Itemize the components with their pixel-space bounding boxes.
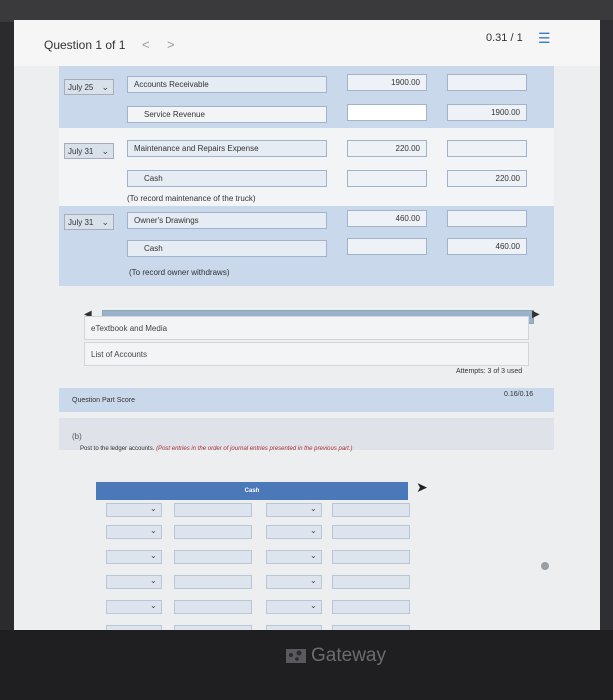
list-icon[interactable]: ☰ [538, 30, 551, 47]
journal-entry-1: July 25 ⌄ Accounts Receivable 1900.00 Ser… [59, 66, 554, 128]
credit-amount-field[interactable]: 1900.00 [447, 104, 527, 121]
part-score-label: Question Part Score [72, 397, 136, 404]
ledger-title: Cash [96, 482, 408, 500]
part-b-label: (b) [72, 432, 82, 441]
mouse-cursor-icon: ➤ [416, 479, 428, 495]
credit-account-field[interactable]: Service Revenue [127, 106, 327, 123]
gateway-spot-icon [286, 649, 306, 663]
chevron-down-icon: ⌄ [310, 504, 317, 513]
chevron-down-icon: ⌄ [310, 576, 317, 585]
entry-note: (To record owner withdraws) [129, 268, 230, 277]
scroll-right-arrow[interactable]: ▶ [532, 309, 540, 320]
ledger-amount-field[interactable] [174, 503, 252, 517]
debit-amount-field[interactable] [347, 104, 427, 121]
date-select[interactable]: July 31 ⌄ [64, 214, 114, 230]
credit-amount-field[interactable] [447, 210, 527, 227]
debit-account-field[interactable]: Owner's Drawings [127, 212, 327, 229]
chevron-down-icon: ⌄ [150, 504, 157, 513]
next-question-button[interactable]: > [167, 37, 175, 52]
chevron-down-icon: ⌄ [150, 601, 157, 610]
attempts-text: Attempts: 3 of 3 used [456, 368, 523, 375]
date-select[interactable]: July 31 ⌄ [64, 143, 114, 159]
credit-amount-field[interactable] [447, 140, 527, 157]
debit-amount-field[interactable]: 220.00 [347, 140, 427, 157]
question-header: Question 1 of 1 < > 0.31 / 1 ☰ [14, 20, 612, 66]
debit-account-field[interactable]: Maintenance and Repairs Expense [127, 140, 327, 157]
credit-account-field[interactable]: Cash [127, 170, 327, 187]
question-title: Question 1 of 1 [44, 38, 126, 52]
gateway-brand: Gateway [311, 645, 386, 666]
ledger-amount-field[interactable] [174, 600, 252, 614]
entry-note: (To record maintenance of the truck) [127, 194, 256, 203]
ledger-row: ⌄ ⌄ [96, 598, 410, 616]
debit-account-field[interactable]: Accounts Receivable [127, 76, 327, 93]
chevron-down-icon: ⌄ [310, 526, 317, 535]
ledger-amount-field[interactable] [332, 525, 410, 539]
credit-amount-field[interactable] [447, 74, 527, 91]
ledger-amount-field[interactable] [174, 550, 252, 564]
part-score-value: 0.16/0.16 [504, 391, 534, 398]
ledger-amount-field[interactable] [332, 550, 410, 564]
etextbook-link[interactable]: eTextbook and Media [84, 316, 529, 340]
monitor-bezel-top [0, 0, 613, 22]
debit-amount-field[interactable] [347, 170, 427, 187]
monitor-bezel-right [600, 20, 613, 632]
ledger-amount-field[interactable] [174, 525, 252, 539]
chevron-down-icon: ⌄ [150, 526, 157, 535]
post-instruction: Post to the ledger accounts. (Post entri… [80, 446, 353, 452]
ledger-row: ⌄ ⌄ [96, 501, 410, 519]
indicator-dot [541, 562, 549, 570]
credit-account-field[interactable]: Cash [127, 240, 327, 257]
list-of-accounts-link[interactable]: List of Accounts [84, 342, 529, 366]
prev-question-button[interactable]: < [142, 37, 150, 52]
gateway-logo: Gateway [285, 645, 386, 667]
app-screen: Question 1 of 1 < > 0.31 / 1 ☰ July 25 ⌄ … [14, 20, 612, 632]
ledger-amount-field[interactable] [174, 575, 252, 589]
journal-entry-2: July 31 ⌄ Maintenance and Repairs Expense… [59, 128, 554, 206]
credit-amount-field[interactable]: 460.00 [447, 238, 527, 255]
question-score: 0.31 / 1 [486, 32, 523, 44]
ledger-row: ⌄ ⌄ [96, 548, 410, 566]
debit-amount-field[interactable]: 1900.00 [347, 74, 427, 91]
ledger-amount-field[interactable] [332, 503, 410, 517]
ledger-amount-field[interactable] [332, 575, 410, 589]
journal-entry-3: July 31 ⌄ Owner's Drawings 460.00 Cash 46… [59, 206, 554, 286]
ledger-amount-field[interactable] [332, 600, 410, 614]
chevron-down-icon: ⌄ [150, 551, 157, 560]
chevron-down-icon: ⌄ [310, 551, 317, 560]
date-select[interactable]: July 25 ⌄ [64, 79, 114, 95]
debit-amount-field[interactable] [347, 238, 427, 255]
debit-amount-field[interactable]: 460.00 [347, 210, 427, 227]
ledger-row: ⌄ ⌄ [96, 573, 410, 591]
credit-amount-field[interactable]: 220.00 [447, 170, 527, 187]
chevron-down-icon: ⌄ [310, 601, 317, 610]
chevron-down-icon: ⌄ [150, 576, 157, 585]
ledger-row: ⌄ ⌄ [96, 523, 410, 541]
